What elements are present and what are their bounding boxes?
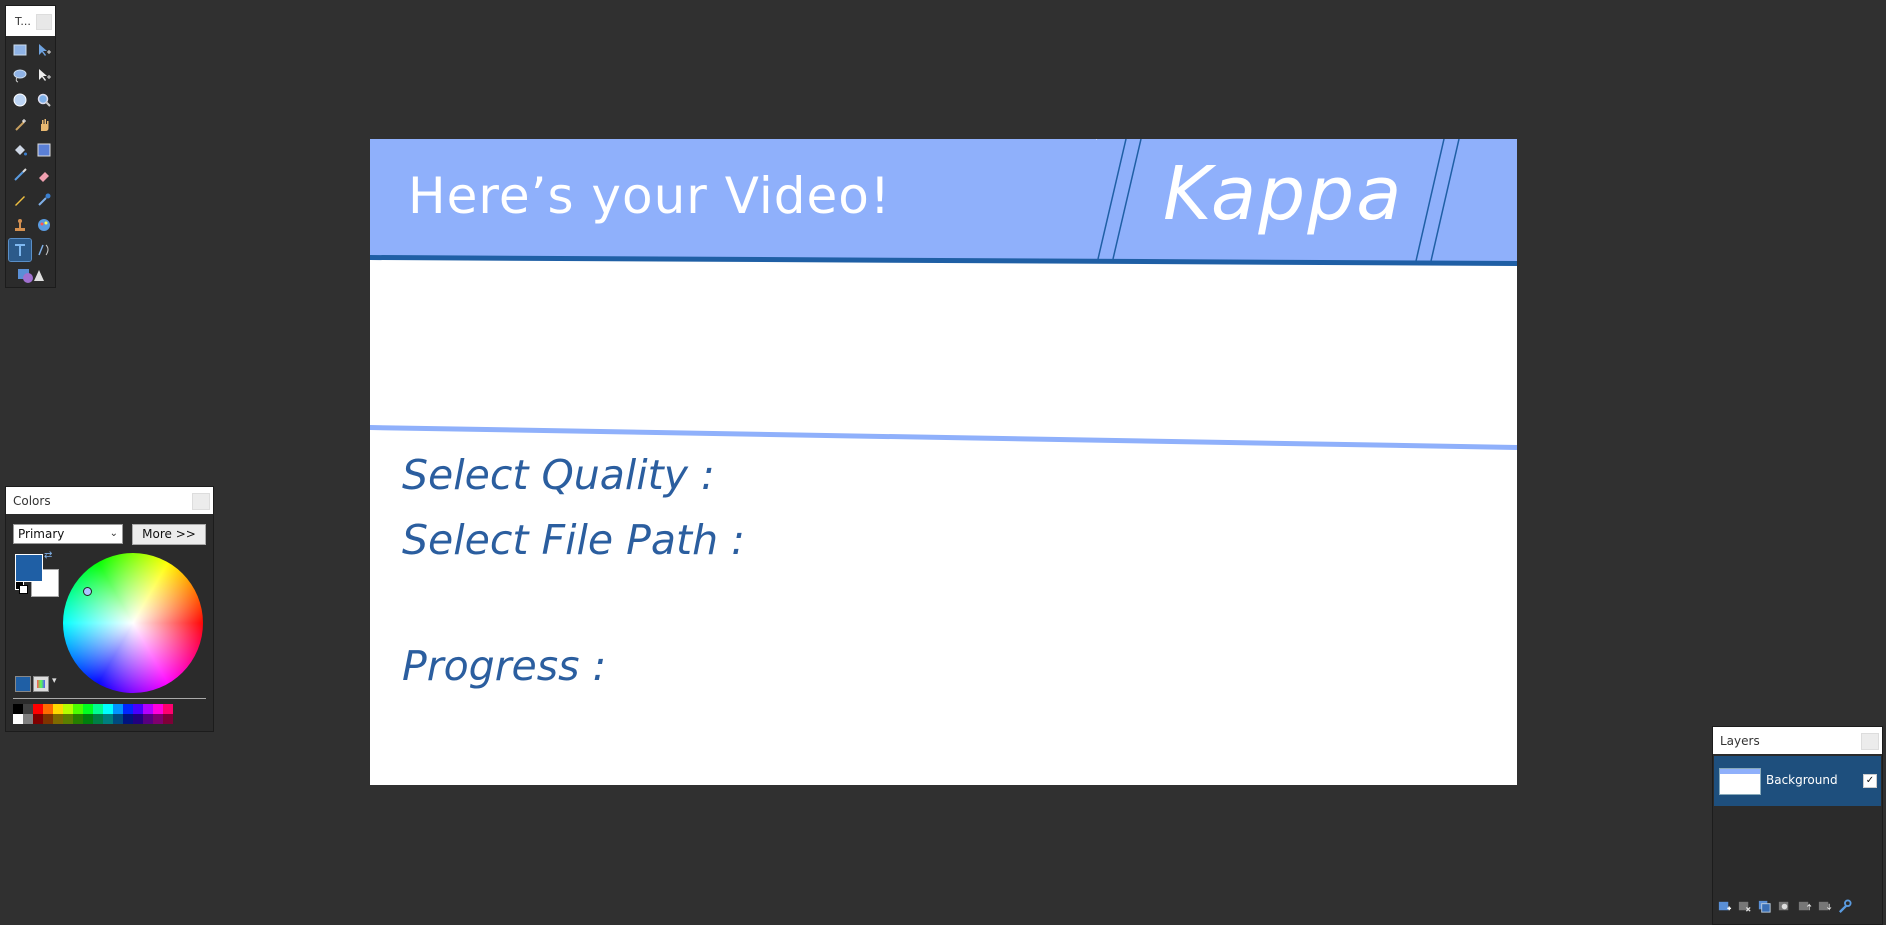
palette-swatch[interactable] [163,714,173,724]
palette-swatch[interactable] [133,704,143,714]
video-header-title: Here’s your Video! [408,167,891,225]
move-selection-icon[interactable] [33,64,55,86]
primary-color-swatch[interactable] [15,554,43,582]
pencil-icon[interactable] [9,189,31,211]
lasso-select-icon[interactable] [9,64,31,86]
palette-swatch[interactable] [123,704,133,714]
palette-swatch[interactable] [143,704,153,714]
paintbrush-icon[interactable] [9,164,31,186]
layer-thumbnail [1719,768,1761,795]
palette-swatch[interactable] [113,714,123,724]
color-wheel-cursor[interactable] [83,587,92,596]
delete-layer-icon[interactable] [1736,898,1753,915]
image-canvas[interactable]: Here’s your Video! Kappa Select Quality … [370,139,1517,785]
pan-icon[interactable] [33,114,55,136]
palette-swatch[interactable] [23,714,33,724]
palette-swatch[interactable] [43,714,53,724]
divider [13,698,206,699]
ellipse-select-icon[interactable] [9,89,31,111]
add-to-palette-icon[interactable] [15,676,31,692]
color-mode-value: Primary [18,527,65,541]
layers-toolbar [1716,898,1853,915]
palette-swatch[interactable] [93,704,103,714]
palette-swatch[interactable] [33,714,43,724]
progress-label: Progress : [402,642,607,690]
close-icon[interactable] [36,14,52,30]
layer-row[interactable]: Background ✓ [1714,756,1881,806]
more-colors-button[interactable]: More >> [132,524,206,545]
colors-window-title: Colors [13,494,51,508]
select-file-path-label: Select File Path : [402,516,745,564]
palette-swatch[interactable] [13,714,23,724]
palette-swatch[interactable] [13,704,23,714]
tools-window: T... [5,5,56,288]
palette-swatch[interactable] [163,704,173,714]
palette-swatch[interactable] [153,714,163,724]
shapes-icon[interactable] [9,264,55,286]
tool-grid [8,39,55,289]
layer-visibility-checkbox[interactable]: ✓ [1863,774,1877,788]
palette-swatch[interactable] [53,714,63,724]
move-layer-down-icon[interactable] [1816,898,1833,915]
color-palette [13,704,173,724]
layer-properties-icon[interactable] [1836,898,1853,915]
palette-swatch[interactable] [123,714,133,724]
palette-swatch[interactable] [23,704,33,714]
palette-swatch[interactable] [113,704,123,714]
text-icon[interactable] [8,238,32,262]
palette-swatch[interactable] [103,704,113,714]
zoom-icon[interactable] [33,89,55,111]
palette-swatch[interactable] [63,714,73,724]
eraser-icon[interactable] [33,164,55,186]
merge-layer-icon[interactable] [1776,898,1793,915]
add-layer-icon[interactable] [1716,898,1733,915]
palette-swatch[interactable] [73,704,83,714]
layers-window-title: Layers [1720,734,1760,748]
layers-window-titlebar[interactable]: Layers [1713,727,1882,754]
select-quality-label: Select Quality : [402,451,715,499]
color-picker-icon[interactable] [33,189,55,211]
palette-swatch[interactable] [83,714,93,724]
tools-window-title: T... [15,15,31,28]
colors-window-titlebar[interactable]: Colors [6,487,213,514]
palette-swatch[interactable] [43,704,53,714]
palette-swatch[interactable] [83,704,93,714]
paint-bucket-icon[interactable] [9,139,31,161]
palette-swatch[interactable] [53,704,63,714]
duplicate-layer-icon[interactable] [1756,898,1773,915]
color-wheel[interactable] [63,553,203,693]
close-icon[interactable] [1861,733,1879,750]
color-mode-select[interactable]: Primary ⌄ [13,524,123,544]
colors-window: Colors Primary ⌄ More >> ⇄ ▾ [5,486,214,732]
palette-swatch[interactable] [103,714,113,724]
chevron-down-icon: ⌄ [109,528,118,539]
palette-swatch[interactable] [153,704,163,714]
palette-swatch[interactable] [73,714,83,724]
palette-menu-icon[interactable] [33,676,49,692]
reset-colors-icon[interactable] [15,581,28,594]
line-curve-icon[interactable] [33,239,55,261]
palette-swatch[interactable] [143,714,153,724]
gradient-icon[interactable] [33,139,55,161]
layers-window: Layers Background ✓ [1712,726,1883,925]
palette-swatch[interactable] [133,714,143,724]
rectangle-select-icon[interactable] [9,39,31,61]
palette-swatch[interactable] [93,714,103,724]
brand-logo-text: Kappa [1163,151,1404,237]
magic-wand-icon[interactable] [9,114,31,136]
swap-colors-icon[interactable]: ⇄ [44,550,52,561]
move-selected-pixels-icon[interactable] [33,39,55,61]
recolor-icon[interactable] [33,214,55,236]
tools-window-titlebar[interactable]: T... [6,6,55,36]
palette-swatch[interactable] [33,704,43,714]
chevron-down-icon[interactable]: ▾ [52,676,57,686]
close-icon[interactable] [192,493,210,510]
layer-name: Background [1766,773,1838,787]
palette-swatch[interactable] [63,704,73,714]
clone-stamp-icon[interactable] [9,214,31,236]
move-layer-up-icon[interactable] [1796,898,1813,915]
